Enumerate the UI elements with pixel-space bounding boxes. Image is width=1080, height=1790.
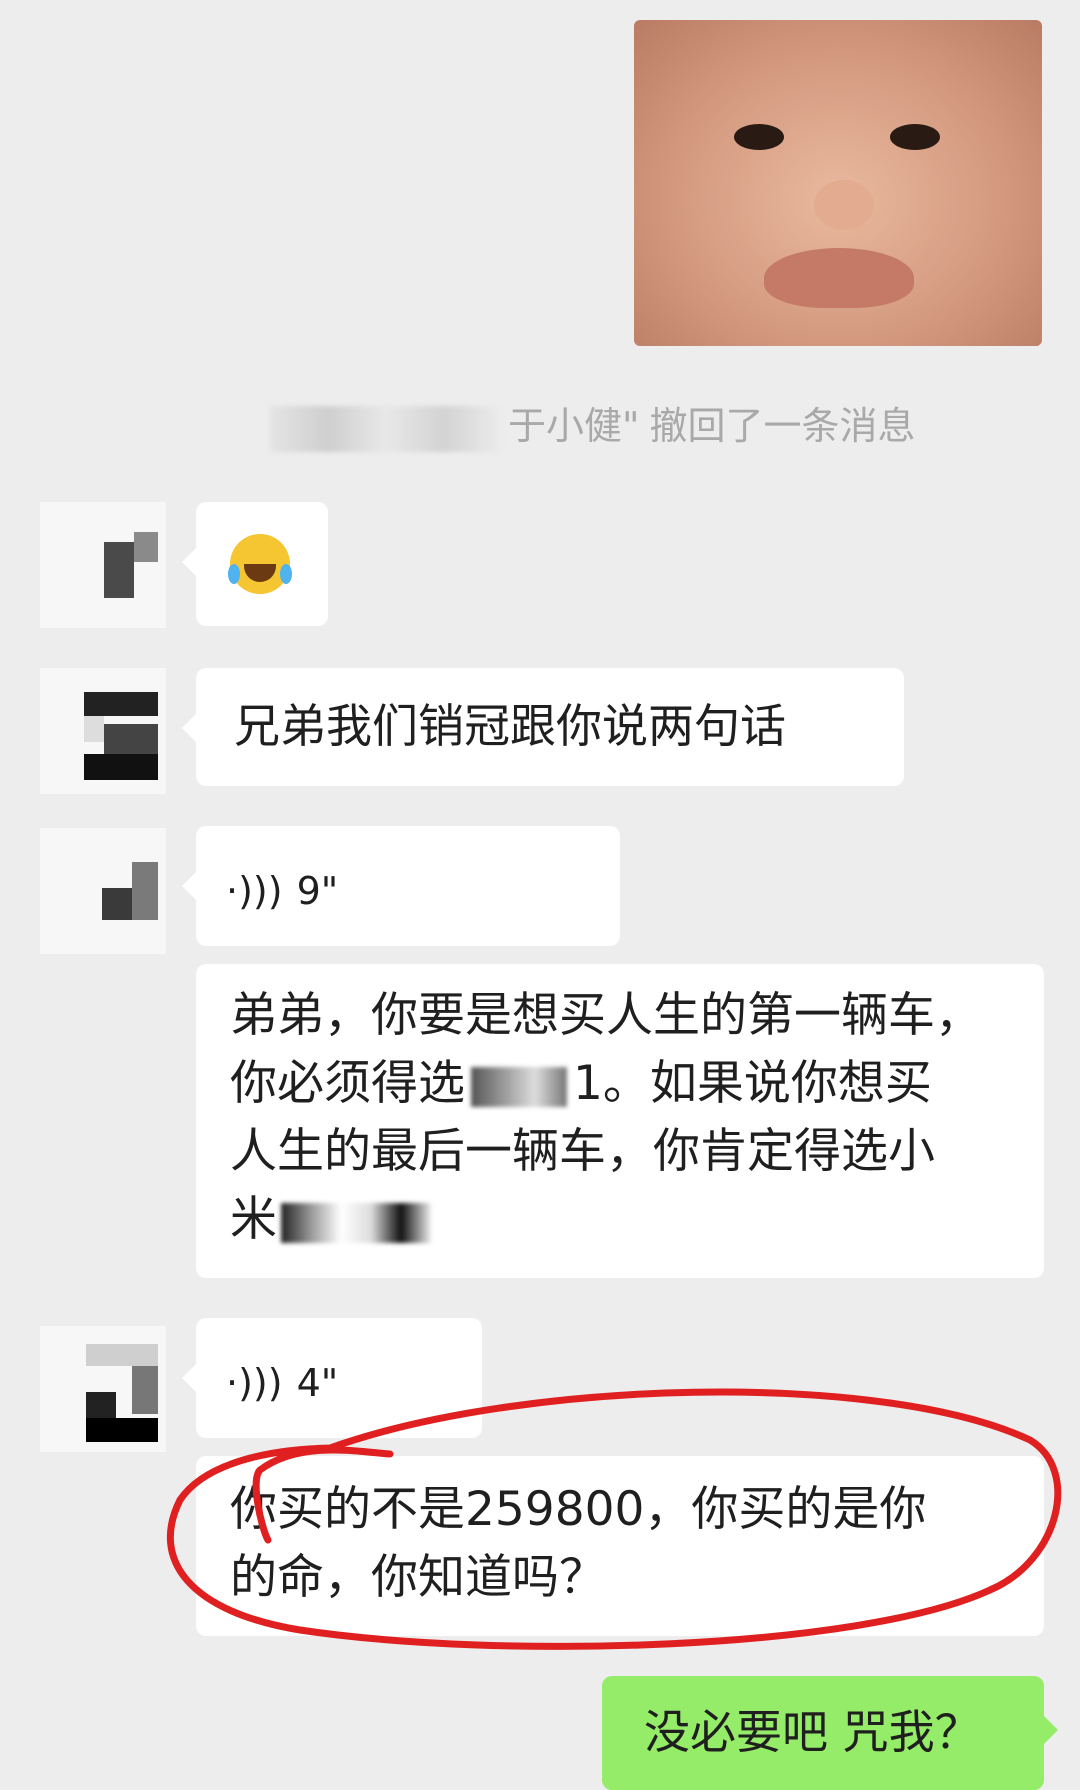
voice-wave-icon: ·))) <box>226 1361 283 1405</box>
redacted-text <box>471 1066 567 1107</box>
recall-note-text: 撤回了一条消息 <box>649 404 916 448</box>
text-message-bubble[interactable]: 弟弟，你要是想买人生的第一辆车， 你必须得选 1。如果说你想买 人生的最后一辆车，… <box>196 964 1044 1278</box>
voice-duration: 9" <box>296 869 339 913</box>
redacted-text <box>281 1202 431 1243</box>
emoji-message-bubble[interactable] <box>182 502 328 626</box>
recall-sender-name: 于小健" <box>508 404 640 448</box>
tears-of-joy-emoji-icon <box>228 534 292 594</box>
voice-message-bubble[interactable]: ·))) 9" <box>182 826 620 946</box>
sent-image-message[interactable] <box>634 20 1042 346</box>
voice-wave-icon: ·))) <box>226 869 283 913</box>
contact-avatar[interactable] <box>40 1326 166 1452</box>
voice-message-bubble[interactable]: ·))) 4" <box>182 1318 482 1438</box>
contact-avatar[interactable] <box>40 828 166 954</box>
message-text-line: 人生的最后一辆车，你肯定得选小 <box>230 1124 935 1179</box>
message-text-line: 你买的不是259800，你买的是你 <box>230 1482 927 1537</box>
face-mouth <box>764 248 914 308</box>
sent-text-bubble[interactable]: 没必要吧 咒我？ <box>602 1676 1058 1790</box>
text-message-bubble[interactable]: 兄弟我们销冠跟你说两句话 <box>182 668 904 786</box>
text-message-bubble[interactable]: 你买的不是259800，你买的是你 的命，你知道吗？ <box>196 1456 1044 1636</box>
message-text-line: 你必须得选 1。如果说你想买 <box>230 1056 932 1111</box>
face-eye-left <box>734 124 784 150</box>
message-text-line: 米 <box>230 1186 1044 1254</box>
voice-duration: 4" <box>296 1361 339 1405</box>
message-text-line: 的命，你知道吗？ <box>230 1550 606 1605</box>
message-text-line: 弟弟，你要是想买人生的第一辆车， <box>230 988 982 1043</box>
recall-system-note: 于小健" 撤回了一条消息 <box>270 400 970 452</box>
sent-message-text: 没必要吧 咒我？ <box>644 1705 981 1759</box>
blurred-sender-name <box>270 405 502 452</box>
face-nose <box>814 180 874 230</box>
contact-avatar[interactable] <box>40 668 166 794</box>
contact-avatar[interactable] <box>40 502 166 628</box>
face-eye-right <box>890 124 940 150</box>
message-text: 兄弟我们销冠跟你说两句话 <box>234 699 786 753</box>
